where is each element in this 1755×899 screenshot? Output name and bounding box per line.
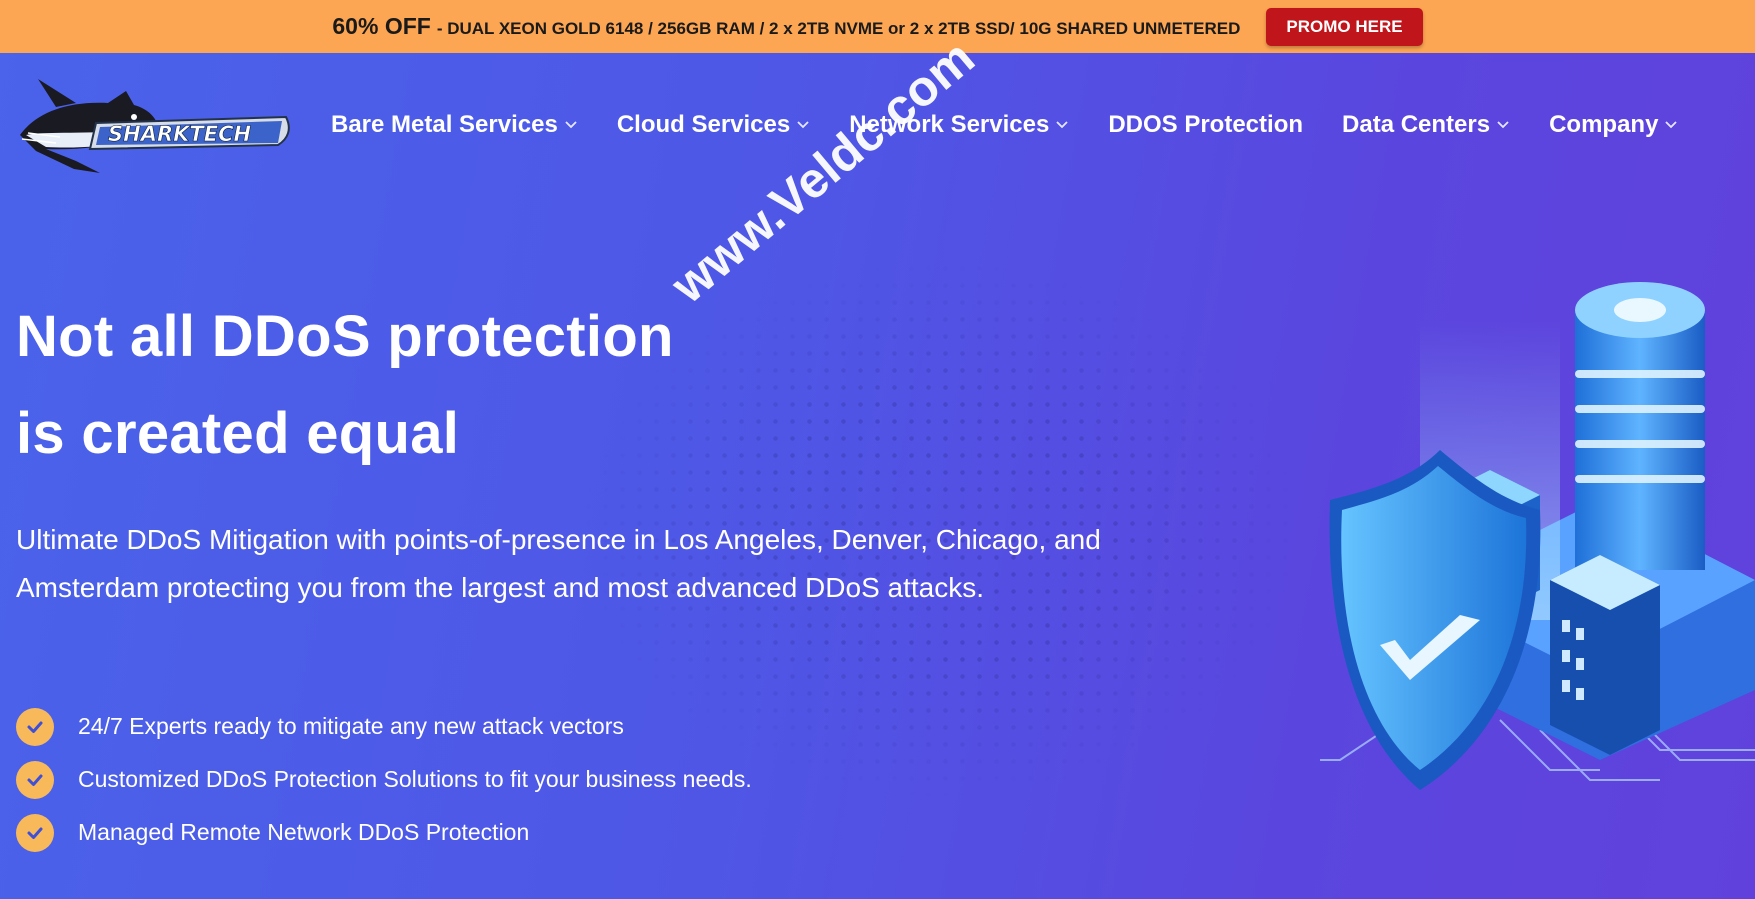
feature-text: 24/7 Experts ready to mitigate any new a… [78,713,624,739]
check-icon [16,707,54,746]
hero-title: Not all DDoS protection is created equal [16,288,674,482]
feature-text: Managed Remote Network DDoS Protection [78,819,530,845]
promo-button[interactable]: PROMO HERE [1266,7,1423,46]
chevron-down-icon [1056,121,1068,129]
chevron-down-icon [797,121,809,129]
nav-label: DDOS Protection [1108,111,1304,138]
feature-item: 24/7 Experts ready to mitigate any new a… [16,700,752,753]
feature-text: Customized DDoS Protection Solutions to … [78,766,752,792]
nav-company[interactable]: Company [1549,111,1678,139]
sharktech-logo[interactable]: SHARKTECH [16,73,290,177]
nav-ddos-protection[interactable]: DDOS Protection [1108,111,1303,139]
security-server-illustration [1300,260,1755,840]
promo-text: 60% OFF - DUAL XEON GOLD 6148 / 256GB RAM… [332,13,1240,40]
hero-title-line-1: Not all DDoS protection [16,304,674,369]
nav-data-centers[interactable]: Data Centers [1342,111,1510,139]
nav-label: Company [1549,111,1659,138]
check-icon [16,760,54,799]
nav-label: Bare Metal Services [331,111,558,138]
promo-bar: 60% OFF - DUAL XEON GOLD 6148 / 256GB RAM… [0,0,1755,53]
logo-text: SHARKTECH [108,122,251,146]
nav-bare-metal-services[interactable]: Bare Metal Services [331,111,578,139]
hero-description: Ultimate DDoS Mitigation with points-of-… [16,524,1101,603]
chevron-down-icon [1665,121,1678,129]
feature-item: Managed Remote Network DDoS Protection [16,806,752,859]
feature-item: Customized DDoS Protection Solutions to … [16,753,752,806]
chevron-down-icon [565,121,577,129]
feature-list: 24/7 Experts ready to mitigate any new a… [16,700,752,859]
promo-highlight: 60% OFF [332,13,431,39]
promo-detail: - DUAL XEON GOLD 6148 / 256GB RAM / 2 x … [436,19,1241,38]
nav-label: Data Centers [1342,111,1491,138]
nav-cloud-services[interactable]: Cloud Services [617,111,810,139]
chevron-down-icon [1497,121,1509,129]
shark-logo-icon: SHARKTECH [20,79,290,173]
main-nav: Bare Metal Services Cloud Services Netwo… [331,111,1678,139]
check-icon [16,813,54,852]
hero-title-line-2: is created equal [16,401,460,466]
nav-label: Cloud Services [616,111,791,138]
